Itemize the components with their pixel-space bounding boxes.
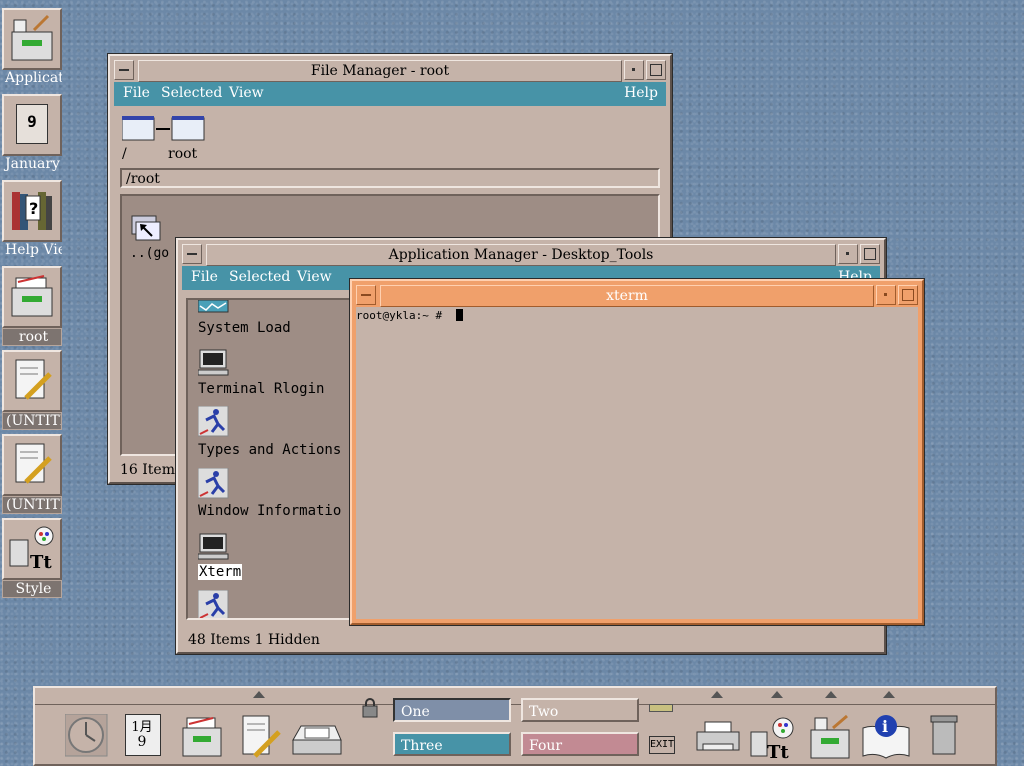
exit-button[interactable]: EXIT [649,736,675,754]
terminal-area[interactable]: root@ykla:~ # [356,307,918,619]
running-man-icon[interactable] [197,589,230,618]
desktop-icon-label: root [2,328,62,346]
desktop-icon-calendar[interactable]: 9 January [2,94,62,178]
svg-text:i: i [882,717,888,736]
svg-text:Tt: Tt [767,742,789,762]
desktop-icon-label: Applicat [5,70,62,86]
desktop-icon-label: Help Vie [5,242,62,258]
home-folder-drawer-icon [2,266,62,328]
desktop-icon-untitled-1[interactable]: (UNTITL [2,350,62,434]
menu-help[interactable]: Help [624,85,658,101]
app-item-label-selected[interactable]: Xterm [198,564,243,580]
app-item-label[interactable]: Types and Actions [198,442,341,458]
mail-tray-icon[interactable] [291,714,347,764]
maximize-button[interactable] [898,285,918,305]
applications-drawer-icon[interactable] [807,714,863,764]
trash-icon[interactable] [929,714,985,764]
running-man-icon[interactable] [197,405,230,442]
app-item-label[interactable]: System Load [198,320,291,336]
file-manager-titlebar[interactable]: File Manager - root [114,60,666,82]
help-books-icon: ? [2,180,62,242]
applications-drawer-icon [2,8,62,70]
parent-folder-label: ..(go [130,246,170,261]
minimize-button[interactable] [838,244,858,264]
subpanel-arrow-icon[interactable] [711,691,723,698]
workspace-two-button[interactable]: Two [521,698,639,722]
menu-view[interactable]: View [229,85,264,101]
running-man-icon[interactable] [197,467,230,504]
window-title: xterm [380,285,874,307]
path-field[interactable]: /root [120,168,660,188]
style-manager-icon: Tt [2,518,62,580]
minimize-button[interactable] [876,285,896,305]
calendar-day: 9 [27,112,37,131]
svg-text:Tt: Tt [30,552,52,573]
xterm-window[interactable]: xterm root@ykla:~ # [350,279,924,625]
app-manager-status: 48 Items 1 Hidden [188,632,320,648]
app-item-label[interactable]: Terminal Rlogin [198,381,324,397]
desktop-icon-style[interactable]: Tt Style [2,518,62,602]
terminal-cursor [456,309,463,321]
file-manager-menubar: File Selected View Help [114,82,666,106]
info-book-icon[interactable]: i [861,714,917,764]
subpanel-arrow-icon[interactable] [825,691,837,698]
path-icons [121,114,212,142]
terminal-prompt: root@ykla:~ # [356,309,443,322]
window-menu-button[interactable] [114,60,134,80]
system-load-icon[interactable] [197,300,230,314]
text-editor-icon [2,350,62,412]
desktop-icon-label: January [5,156,60,172]
lock-icon[interactable] [361,698,379,722]
workspace-one-button[interactable]: One [393,698,511,722]
desktop-icon-applications[interactable]: Applicat [2,8,62,92]
text-editor-icon[interactable] [239,714,295,764]
file-manager-status: 16 Items [120,462,183,478]
app-item-label[interactable]: Window Informatio [198,503,341,519]
maximize-button[interactable] [860,244,880,264]
desktop-icon-root[interactable]: root [2,266,62,350]
desktop-icon-label: (UNTITL [2,496,62,514]
subpanel-arrow-icon[interactable] [771,691,783,698]
clock-icon[interactable] [64,713,121,764]
desktop-icon-label: (UNTITL [2,412,62,430]
workspace-four-button[interactable]: Four [521,732,639,756]
menu-view[interactable]: View [297,269,332,285]
menu-selected[interactable]: Selected [229,269,290,285]
style-manager-icon[interactable]: Tt [749,714,805,764]
parent-folder-icon[interactable] [130,214,162,246]
xterm-titlebar[interactable]: xterm [356,285,918,307]
terminal-icon[interactable] [197,532,230,564]
desktop-icon-label: Style [2,580,62,598]
workspace-three-button[interactable]: Three [393,732,511,756]
front-panel: 1月 9 One Two Three Four EXIT Tt i [33,686,997,766]
terminal-icon[interactable] [197,348,230,380]
desktop-icon-untitled-2[interactable]: (UNTITL [2,434,62,518]
svg-text:?: ? [29,199,38,218]
calendar-icon[interactable]: 1月 9 [125,714,181,764]
window-title: Application Manager - Desktop_Tools [206,244,836,266]
menu-selected[interactable]: Selected [161,85,222,101]
path-home-label[interactable]: root [168,146,197,162]
subpanel-arrow-icon[interactable] [883,691,895,698]
calendar-icon: 9 [2,94,62,156]
subpanel-arrow-icon[interactable] [253,691,265,698]
file-drawer-icon[interactable] [181,714,237,764]
calendar-day: 9 [137,734,147,750]
desktop-icon-help-viewer[interactable]: ? Help Vie [2,180,62,264]
calendar-month: 1月 [131,720,153,735]
window-menu-button[interactable] [182,244,202,264]
app-manager-titlebar[interactable]: Application Manager - Desktop_Tools [182,244,880,266]
subpanel-arrows [35,688,995,705]
busy-light-icon [649,704,673,712]
window-menu-button[interactable] [356,285,376,305]
menu-file[interactable]: File [123,85,150,101]
printer-icon[interactable] [695,714,751,764]
menu-file[interactable]: File [191,269,218,285]
maximize-button[interactable] [646,60,666,80]
text-editor-icon [2,434,62,496]
window-title: File Manager - root [138,60,622,82]
path-root-label[interactable]: / [122,146,127,162]
minimize-button[interactable] [624,60,644,80]
